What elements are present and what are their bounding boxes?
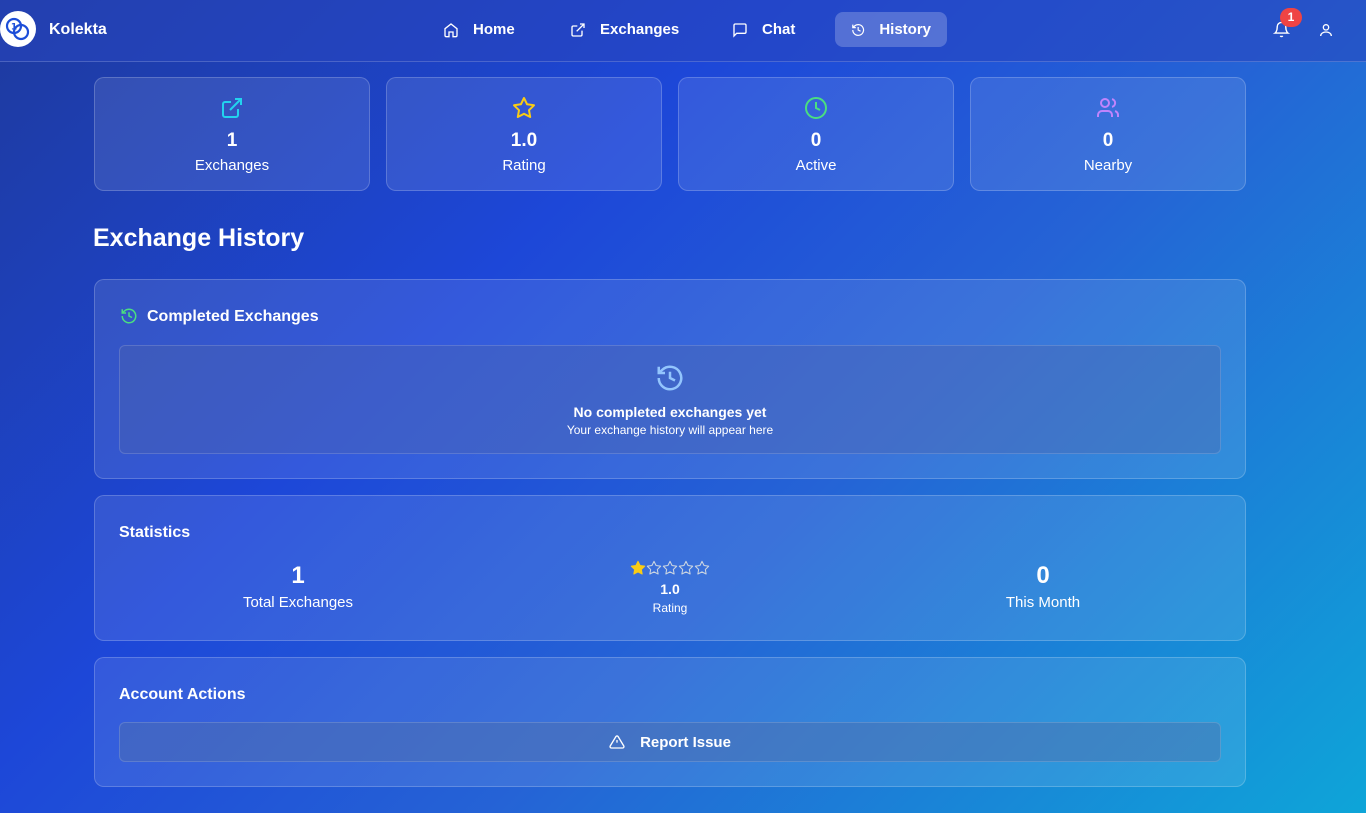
nav-chat[interactable]: Chat xyxy=(732,12,795,47)
nav-home[interactable]: Home xyxy=(443,12,515,47)
rating-value: 1.0 xyxy=(660,581,680,597)
stat-value: 0 xyxy=(1036,562,1050,589)
external-link-icon xyxy=(571,22,585,37)
notification-badge: 1 xyxy=(1280,8,1302,27)
star-icon xyxy=(694,560,710,575)
top-navbar: 1 Kolekta Home Exchanges Chat History 1 xyxy=(0,0,1366,62)
stat-label: Rating xyxy=(502,157,546,174)
stat-value: 1 xyxy=(291,562,305,589)
empty-state: No completed exchanges yet Your exchange… xyxy=(119,345,1221,454)
section-title: Statistics xyxy=(119,524,191,541)
page-title: Exchange History xyxy=(93,224,305,252)
star-icon xyxy=(646,560,662,575)
message-square-icon xyxy=(733,22,747,38)
stat-card-rating: 1.0 Rating xyxy=(386,77,662,191)
report-issue-button[interactable]: Report Issue xyxy=(119,722,1221,762)
empty-state-subtitle: Your exchange history will appear here xyxy=(566,423,774,437)
alert-triangle-icon xyxy=(609,735,625,749)
nav-home-label: Home xyxy=(473,21,515,38)
stat-label: Active xyxy=(795,157,837,174)
star-icon xyxy=(513,97,535,118)
history-icon xyxy=(121,308,137,324)
completed-exchanges-card: Completed Exchanges No completed exchang… xyxy=(94,279,1246,479)
nav-history[interactable]: History xyxy=(835,12,947,47)
report-issue-label: Report Issue xyxy=(640,733,731,751)
section-title: Account Actions xyxy=(119,686,246,703)
logo-icon: 1 xyxy=(5,17,30,41)
stat-value: 1 xyxy=(226,130,238,151)
rating-label: Rating xyxy=(652,601,688,615)
nav-history-label: History xyxy=(879,21,931,38)
svg-text:1: 1 xyxy=(11,23,17,33)
users-icon xyxy=(1097,98,1120,117)
stat-label: This Month xyxy=(1005,594,1081,611)
brand-name[interactable]: Kolekta xyxy=(49,21,107,39)
stat-card-nearby: 0 Nearby xyxy=(970,77,1246,191)
this-month-stat: 0 This Month xyxy=(968,562,1118,611)
rating-stat: 1.0 Rating xyxy=(595,560,745,615)
stat-card-active: 0 Active xyxy=(678,77,954,191)
external-link-icon xyxy=(222,98,242,118)
account-actions-card: Account Actions Report Issue xyxy=(94,657,1246,787)
star-icon xyxy=(662,560,678,575)
logo[interactable]: 1 xyxy=(0,11,36,47)
statistics-card: Statistics 1 Total Exchanges 1.0 Rating … xyxy=(94,495,1246,641)
total-exchanges-stat: 1 Total Exchanges xyxy=(223,562,373,611)
stat-value: 0 xyxy=(1102,130,1114,151)
stat-value: 0 xyxy=(810,130,822,151)
rating-stars xyxy=(595,560,745,576)
empty-state-title: No completed exchanges yet xyxy=(573,404,767,420)
stat-value: 1.0 xyxy=(510,130,538,151)
nav-exchanges[interactable]: Exchanges xyxy=(570,12,679,47)
stat-label: Total Exchanges xyxy=(242,594,354,611)
user-icon xyxy=(1320,24,1332,37)
stat-card-exchanges: 1 Exchanges xyxy=(94,77,370,191)
section-title: Completed Exchanges xyxy=(147,308,319,325)
history-icon xyxy=(657,365,683,391)
stat-label: Nearby xyxy=(1083,157,1133,174)
nav-chat-label: Chat xyxy=(762,21,796,38)
nav-exchanges-label: Exchanges xyxy=(600,21,680,38)
clock-icon xyxy=(805,97,827,119)
home-icon xyxy=(444,22,458,37)
star-icon xyxy=(678,560,694,575)
star-icon xyxy=(630,560,646,575)
stat-label: Exchanges xyxy=(194,157,270,174)
user-menu-button[interactable] xyxy=(1318,22,1334,43)
history-icon xyxy=(852,23,865,36)
